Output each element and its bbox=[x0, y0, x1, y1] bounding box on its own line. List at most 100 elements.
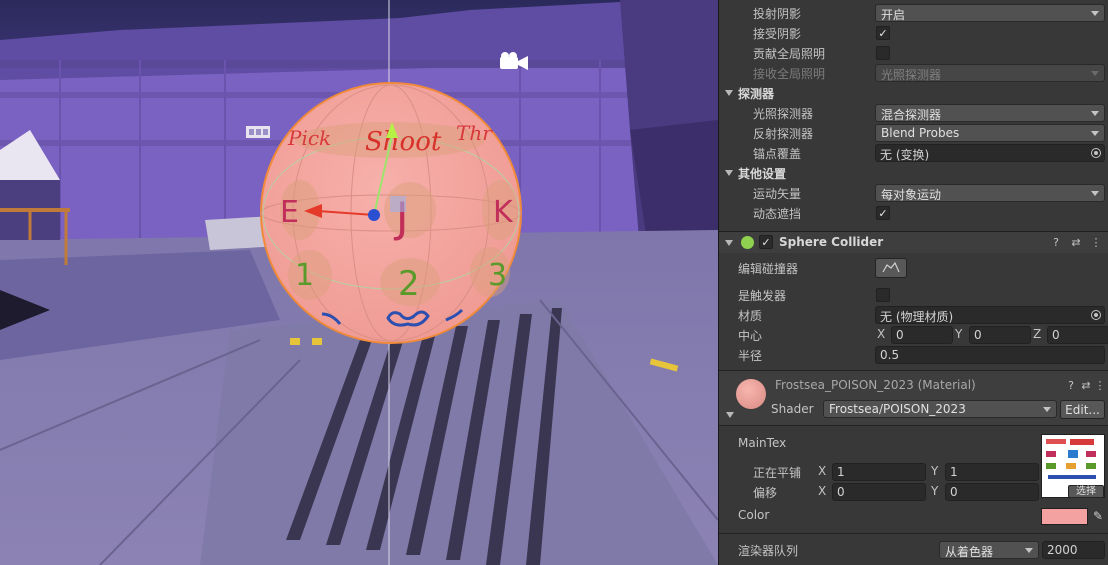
sphere-collider-header[interactable]: ✓ Sphere Collider ? ⇄ ⋮ bbox=[719, 231, 1108, 253]
tiling-label: 正在平铺 bbox=[753, 466, 802, 480]
render-queue-row: 渲染器队列 从着色器 2000 bbox=[719, 540, 1108, 560]
inspector-panel: 投射阴影 开启 接受阴影 ✓ 贡献全局照明 接收全局照明 光照探测器 探测器 光… bbox=[718, 0, 1108, 565]
physics-material-value: 无 (物理材质) bbox=[880, 310, 954, 324]
chevron-down-icon bbox=[1043, 407, 1051, 412]
contribute-gi-label: 贡献全局照明 bbox=[753, 47, 826, 61]
physics-material-field[interactable]: 无 (物理材质) bbox=[875, 306, 1105, 324]
scene-view[interactable]: Pick Shoot Thr E J K 1 2 3 bbox=[0, 0, 718, 565]
contribute-gi-checkbox[interactable] bbox=[876, 46, 890, 60]
anchor-override-row: 锚点覆盖 无 (变换) bbox=[719, 143, 1108, 163]
render-queue-value: 2000 bbox=[1047, 543, 1078, 557]
render-queue-mode-value: 从着色器 bbox=[945, 545, 994, 559]
cast-shadows-value: 开启 bbox=[881, 8, 906, 22]
divider bbox=[719, 533, 1108, 534]
render-queue-value-field[interactable]: 2000 bbox=[1042, 541, 1105, 559]
scene-canvas: Pick Shoot Thr E J K 1 2 3 bbox=[0, 0, 718, 565]
is-trigger-label: 是触发器 bbox=[738, 289, 787, 303]
axis-x-label: X bbox=[877, 327, 886, 341]
dynamic-occlusion-label: 动态遮挡 bbox=[753, 207, 802, 221]
dynamic-occlusion-row: 动态遮挡 ✓ bbox=[719, 203, 1108, 223]
ball-label-3: 3 bbox=[488, 258, 507, 293]
is-trigger-checkbox[interactable] bbox=[876, 288, 890, 302]
material-title: Frostsea_POISON_2023 (Material) bbox=[775, 378, 976, 392]
ball-label-shoot: Shoot bbox=[365, 127, 442, 157]
dynamic-occlusion-checkbox[interactable]: ✓ bbox=[876, 206, 890, 220]
more-options-icon[interactable]: ⋮ bbox=[1093, 379, 1107, 393]
offset-y-field[interactable]: Y 0 bbox=[931, 483, 1039, 501]
edit-shader-button[interactable]: Edit... bbox=[1060, 400, 1105, 419]
offset-x-value[interactable]: 0 bbox=[832, 483, 926, 501]
color-label: Color bbox=[738, 508, 770, 522]
motion-vectors-dropdown[interactable]: 每对象运动 bbox=[875, 184, 1105, 202]
receive-gi-row: 接收全局照明 光照探测器 bbox=[719, 63, 1108, 83]
offset-label: 偏移 bbox=[753, 486, 778, 500]
light-probes-label: 光照探测器 bbox=[753, 107, 814, 121]
material-preview-icon bbox=[736, 379, 766, 409]
motion-vectors-row: 运动矢量 每对象运动 bbox=[719, 183, 1108, 203]
help-icon[interactable]: ? bbox=[1064, 379, 1078, 393]
preset-icon[interactable]: ⇄ bbox=[1079, 379, 1093, 393]
tiling-y-value[interactable]: 1 bbox=[945, 463, 1039, 481]
color-swatch[interactable] bbox=[1041, 508, 1088, 525]
anchor-override-field[interactable]: 无 (变换) bbox=[875, 144, 1105, 162]
motion-vectors-value: 每对象运动 bbox=[881, 188, 942, 202]
sphere-object[interactable]: Pick Shoot Thr E J K 1 2 3 bbox=[260, 82, 522, 344]
chevron-down-icon bbox=[1091, 191, 1099, 196]
object-picker-icon[interactable] bbox=[1091, 310, 1101, 320]
offset-y-value[interactable]: 0 bbox=[945, 483, 1039, 501]
chevron-down-icon bbox=[1091, 11, 1099, 16]
probes-section-header[interactable]: 探测器 bbox=[719, 83, 1108, 103]
center-x-value[interactable]: 0 bbox=[891, 326, 953, 344]
other-settings-header[interactable]: 其他设置 bbox=[719, 163, 1108, 183]
reflection-probes-label: 反射探测器 bbox=[753, 127, 814, 141]
divider bbox=[719, 425, 1108, 426]
center-z-value[interactable]: 0 bbox=[1047, 326, 1108, 344]
render-queue-mode-dropdown[interactable]: 从着色器 bbox=[939, 541, 1039, 559]
foldout-arrow-icon bbox=[725, 170, 733, 176]
radius-field[interactable]: 0.5 bbox=[875, 346, 1105, 364]
tiling-x-field[interactable]: X 1 bbox=[818, 463, 926, 481]
contribute-gi-row: 贡献全局照明 bbox=[719, 43, 1108, 63]
ball-label-throw: Thr bbox=[456, 121, 493, 145]
cast-shadows-row: 投射阴影 开启 bbox=[719, 3, 1108, 23]
radius-value: 0.5 bbox=[880, 348, 900, 362]
center-x-field[interactable]: X 0 bbox=[877, 326, 953, 344]
reflection-probes-row: 反射探测器 Blend Probes bbox=[719, 123, 1108, 143]
shader-label: Shader bbox=[771, 402, 814, 416]
shader-value: Frostsea/POISON_2023 bbox=[829, 402, 966, 416]
center-z-field[interactable]: Z 0 bbox=[1033, 326, 1108, 344]
tiling-y-field[interactable]: Y 1 bbox=[931, 463, 1039, 481]
preset-icon[interactable]: ⇄ bbox=[1069, 236, 1083, 250]
light-probes-value: 混合探测器 bbox=[881, 108, 942, 122]
center-row: 中心 X 0 Y 0 Z 0 bbox=[719, 325, 1108, 345]
offset-row: 偏移 X 0 Y 0 bbox=[719, 482, 1108, 502]
radius-label: 半径 bbox=[738, 349, 763, 363]
axis-y-label: Y bbox=[955, 327, 963, 341]
cast-shadows-dropdown[interactable]: 开启 bbox=[875, 4, 1105, 22]
sphere-collider-enabled-checkbox[interactable]: ✓ bbox=[759, 235, 773, 249]
axis-x-label: X bbox=[818, 464, 827, 478]
foldout-arrow-icon[interactable] bbox=[725, 240, 733, 246]
light-probes-dropdown[interactable]: 混合探测器 bbox=[875, 104, 1105, 122]
center-y-value[interactable]: 0 bbox=[969, 326, 1031, 344]
center-label: 中心 bbox=[738, 329, 763, 343]
eyedropper-icon[interactable]: ✎ bbox=[1091, 509, 1105, 523]
ball-label-2: 2 bbox=[398, 264, 420, 304]
receive-shadows-label: 接受阴影 bbox=[753, 27, 802, 41]
axis-y-label: Y bbox=[931, 464, 939, 478]
edit-collider-button[interactable] bbox=[875, 258, 907, 278]
receive-shadows-checkbox[interactable]: ✓ bbox=[876, 26, 890, 40]
light-probes-row: 光照探测器 混合探测器 bbox=[719, 103, 1108, 123]
axis-x-label: X bbox=[818, 484, 827, 498]
offset-x-field[interactable]: X 0 bbox=[818, 483, 926, 501]
object-picker-icon[interactable] bbox=[1091, 148, 1101, 158]
more-options-icon[interactable]: ⋮ bbox=[1089, 236, 1103, 250]
foldout-arrow-icon[interactable] bbox=[726, 412, 734, 418]
reflection-probes-dropdown[interactable]: Blend Probes bbox=[875, 124, 1105, 142]
edit-shape-icon bbox=[882, 261, 900, 273]
is-trigger-row: 是触发器 bbox=[719, 285, 1108, 305]
center-y-field[interactable]: Y 0 bbox=[955, 326, 1031, 344]
tiling-x-value[interactable]: 1 bbox=[832, 463, 926, 481]
shader-dropdown[interactable]: Frostsea/POISON_2023 bbox=[823, 400, 1057, 418]
help-icon[interactable]: ? bbox=[1049, 236, 1063, 250]
